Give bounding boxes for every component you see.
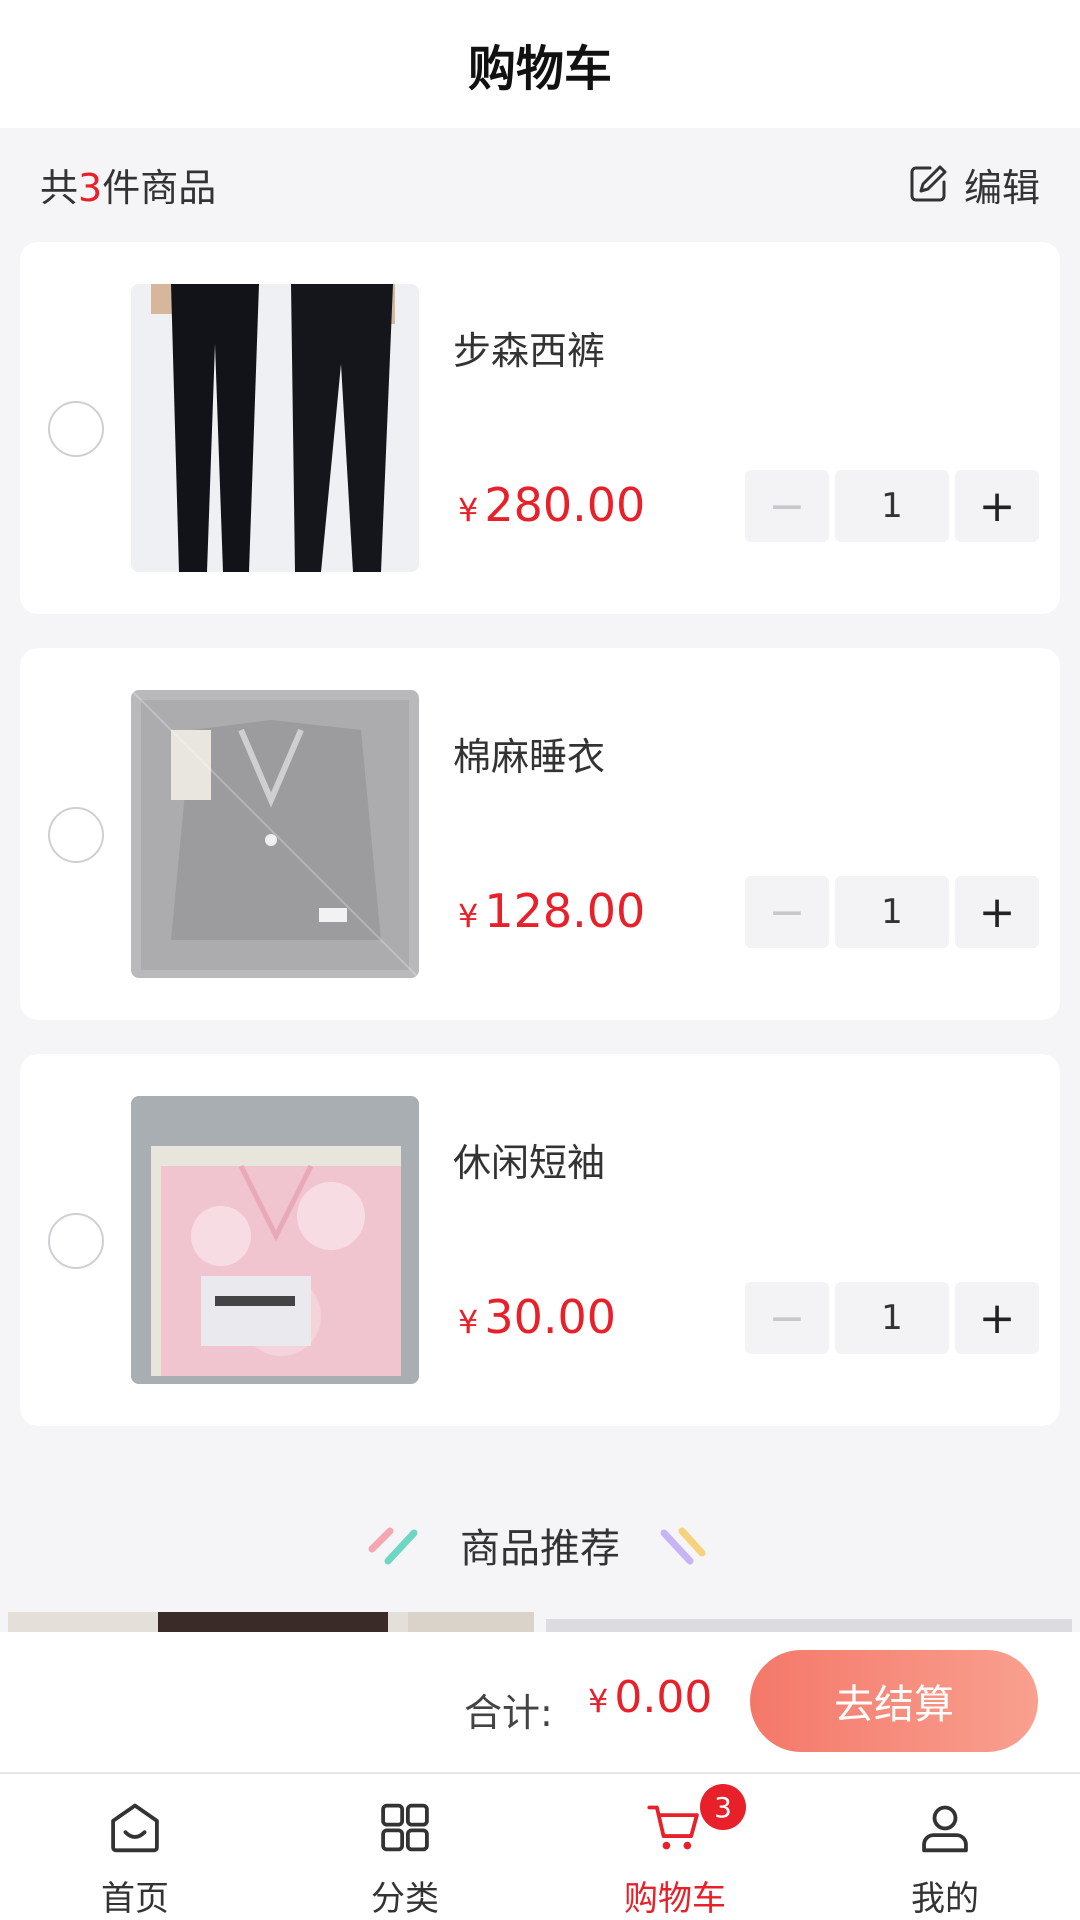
increase-button[interactable]: + (955, 1282, 1039, 1354)
edit-button[interactable]: 编辑 (906, 157, 1040, 212)
recommend-section-header: 商品推荐 (0, 1510, 1080, 1580)
checkout-bar: 合计: ¥0.00 去结算 (0, 1632, 1080, 1772)
count-number: 3 (78, 165, 103, 210)
quantity-stepper: − 1 + (745, 470, 1039, 542)
price-value: 30.00 (484, 1290, 617, 1344)
select-checkbox[interactable] (48, 807, 104, 863)
count-suffix: 件商品 (102, 165, 217, 210)
item-count-text: 共3件商品 (40, 157, 216, 212)
count-prefix: 共 (40, 165, 79, 210)
total-value: 0.00 (614, 1672, 713, 1723)
decrease-button[interactable]: − (745, 876, 829, 948)
select-checkbox[interactable] (48, 1213, 104, 1269)
product-price: ¥30.00 (458, 1290, 616, 1344)
bottom-tab-bar: 首页 分类 购物车 3 我的 (0, 1772, 1080, 1920)
tab-label: 首页 (101, 1879, 169, 1919)
cart-summary-bar: 共3件商品 编辑 (0, 128, 1080, 240)
grid-icon (381, 1803, 429, 1852)
tab-cart[interactable]: 购物车 3 (540, 1774, 810, 1920)
increase-button[interactable]: + (955, 470, 1039, 542)
tab-label: 我的 (911, 1879, 979, 1919)
tab-label: 购物车 (624, 1879, 726, 1919)
checkout-button[interactable]: 去结算 (750, 1650, 1038, 1752)
quantity-value[interactable]: 1 (835, 470, 949, 542)
tab-label: 分类 (371, 1879, 439, 1919)
select-checkbox[interactable] (48, 401, 104, 457)
decrease-button[interactable]: − (745, 470, 829, 542)
currency-symbol: ¥ (458, 1303, 479, 1341)
product-image[interactable] (131, 690, 419, 978)
home-icon (111, 1803, 159, 1853)
tab-home[interactable]: 首页 (0, 1774, 270, 1920)
cart-item: 步森西裤 ¥280.00 − 1 + (20, 242, 1060, 614)
quantity-value[interactable]: 1 (835, 1282, 949, 1354)
total-label: 合计: (464, 1691, 553, 1735)
decor-stripes-icon (660, 1527, 706, 1565)
increase-button[interactable]: + (955, 876, 1039, 948)
currency-symbol: ¥ (588, 1682, 609, 1720)
user-icon (922, 1805, 968, 1853)
cart-badge: 3 (700, 1784, 746, 1830)
tab-category[interactable]: 分类 (270, 1774, 540, 1920)
tab-profile[interactable]: 我的 (810, 1774, 1080, 1920)
page-header: 购物车 (0, 0, 1080, 128)
price-value: 280.00 (484, 478, 646, 532)
edit-label: 编辑 (963, 165, 1040, 210)
quantity-value[interactable]: 1 (835, 876, 949, 948)
currency-symbol: ¥ (458, 491, 479, 529)
product-name[interactable]: 休闲短袖 (453, 1132, 605, 1187)
quantity-stepper: − 1 + (745, 876, 1039, 948)
recommend-title: 商品推荐 (460, 1526, 620, 1572)
product-image[interactable] (131, 1096, 419, 1384)
product-name[interactable]: 棉麻睡衣 (453, 726, 605, 781)
decor-stripes-icon (368, 1527, 418, 1565)
recommend-product-image[interactable] (546, 1618, 1072, 1632)
page-title: 购物车 (467, 41, 612, 97)
decrease-button[interactable]: − (745, 1282, 829, 1354)
edit-icon (910, 165, 947, 202)
product-name[interactable]: 步森西裤 (453, 320, 605, 375)
cart-icon (647, 1805, 699, 1850)
recommend-product-image[interactable] (8, 1612, 534, 1632)
cart-item: 休闲短袖 ¥30.00 − 1 + (20, 1054, 1060, 1426)
price-value: 128.00 (484, 884, 646, 938)
product-price: ¥280.00 (458, 478, 645, 532)
quantity-stepper: − 1 + (745, 1282, 1039, 1354)
total-amount: ¥0.00 (588, 1672, 712, 1723)
cart-item: 棉麻睡衣 ¥128.00 − 1 + (20, 648, 1060, 1020)
currency-symbol: ¥ (458, 897, 479, 935)
product-price: ¥128.00 (458, 884, 645, 938)
product-image[interactable] (131, 284, 419, 572)
